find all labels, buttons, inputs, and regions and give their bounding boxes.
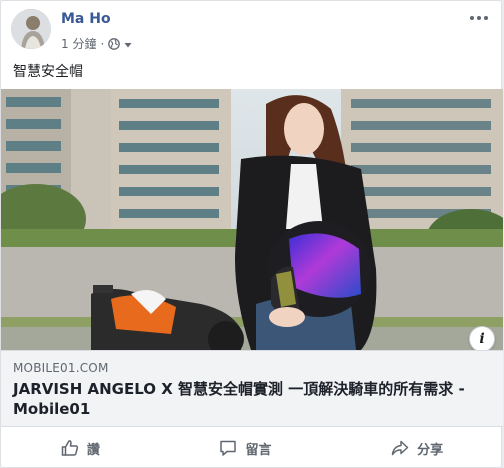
more-dot-icon [484,16,488,20]
link-domain: MOBILE01.COM [13,361,109,375]
info-button[interactable]: i [469,326,495,350]
more-dot-icon [470,16,474,20]
thumbs-up-icon [61,440,78,456]
share-icon [391,440,409,456]
post-text: 智慧安全帽 [13,64,83,80]
meta-separator: · [100,36,105,51]
share-button[interactable]: 分享 [371,433,463,464]
more-dot-icon [477,16,481,20]
link-preview-info[interactable]: MOBILE01.COM JARVISH ANGELO X 智慧安全帽實測 一頂… [1,350,503,427]
post-time[interactable]: 1 分鐘 [61,35,96,52]
link-preview-image[interactable]: i [1,89,503,350]
feed-post: Ma Ho 1 分鐘 · 智慧安全帽 i MOBILE01.COM JARVIS… [0,0,503,468]
link-title[interactable]: JARVISH ANGELO X 智慧安全帽實測 一頂解決騎車的所有需求 - M… [13,379,491,419]
comment-icon [220,440,237,456]
share-label: 分享 [417,442,444,458]
comment-button[interactable]: 留言 [199,433,291,464]
more-options-button[interactable] [469,11,489,25]
post-header: Ma Ho 1 分鐘 · [11,9,491,53]
preview-photo [1,89,503,350]
like-button[interactable]: 讚 [41,433,120,464]
like-label: 讚 [86,442,100,458]
globe-icon[interactable] [108,37,121,50]
post-meta: 1 分鐘 · [61,35,133,52]
caret-down-icon[interactable] [123,39,133,49]
avatar[interactable] [11,9,51,49]
post-actions: 讚 留言 分享 [1,429,503,467]
comment-label: 留言 [245,442,272,458]
author-name[interactable]: Ma Ho [61,11,111,27]
